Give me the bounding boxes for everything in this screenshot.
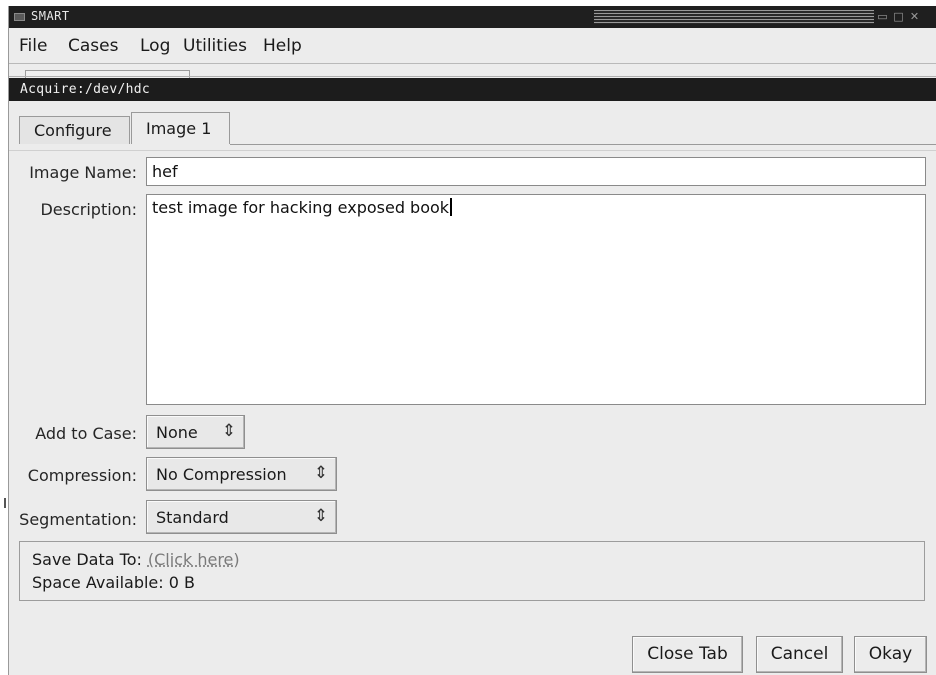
updown-arrow-icon: ⇕ <box>313 506 328 526</box>
save-location-link[interactable]: (Click here) <box>148 550 240 569</box>
image-name-input[interactable]: hef <box>146 157 926 186</box>
space-available-row: Space Available: 0 B <box>32 573 195 592</box>
cancel-button[interactable]: Cancel <box>756 636 843 673</box>
menu-help[interactable]: Help <box>263 36 302 56</box>
edge-marker <box>4 498 6 508</box>
save-data-label: Save Data To: <box>32 550 142 569</box>
image-name-label: Image Name: <box>29 163 137 182</box>
updown-arrow-icon: ⇕ <box>221 421 236 441</box>
space-available-label: Space Available: <box>32 573 164 592</box>
image-name-value: hef <box>152 162 178 181</box>
description-label: Description: <box>40 200 137 219</box>
description-textarea[interactable]: test image for hacking exposed book <box>146 194 926 405</box>
segmentation-label: Segmentation: <box>19 510 137 529</box>
tab-configure-label: Configure <box>34 121 112 140</box>
add-to-case-value: None <box>156 423 198 442</box>
menu-file[interactable]: File <box>19 36 47 56</box>
updown-arrow-icon: ⇕ <box>313 463 328 483</box>
space-available-value: 0 B <box>168 573 195 592</box>
compression-label: Compression: <box>27 466 137 485</box>
save-location-panel: Save Data To: (Click here) Space Availabl… <box>19 541 925 601</box>
add-to-case-label: Add to Case: <box>35 424 137 443</box>
menu-cases[interactable]: Cases <box>68 36 118 56</box>
segmentation-select[interactable]: Standard ⇕ <box>146 500 337 534</box>
tab-image-1[interactable]: Image 1 <box>131 112 230 144</box>
acquire-header-text: Acquire:/dev/hdc <box>20 82 151 97</box>
okay-button[interactable]: Okay <box>854 636 927 673</box>
save-data-row: Save Data To: (Click here) <box>32 550 240 569</box>
tab-strip-line <box>230 144 936 145</box>
app-menu-icon[interactable] <box>14 13 25 21</box>
window-title: SMART <box>31 9 70 23</box>
tab-content-border <box>9 150 936 151</box>
compression-select[interactable]: No Compression ⇕ <box>146 457 337 491</box>
divider <box>9 76 936 77</box>
segmentation-value: Standard <box>156 508 229 527</box>
title-bar[interactable]: SMART ▭ □ ✕ <box>9 6 936 28</box>
tab-configure[interactable]: Configure <box>19 116 130 144</box>
tab-image-1-label: Image 1 <box>146 119 212 138</box>
maximize-icon[interactable]: □ <box>893 11 904 22</box>
title-bar-grip <box>594 10 874 24</box>
description-value: test image for hacking exposed book <box>152 198 450 217</box>
text-cursor <box>450 198 453 216</box>
menu-bar: File Cases Log Utilities Help <box>9 28 936 64</box>
menu-utilities[interactable]: Utilities <box>183 36 247 56</box>
close-icon[interactable]: ✕ <box>909 11 920 22</box>
minimize-icon[interactable]: ▭ <box>877 11 888 22</box>
acquire-header: Acquire:/dev/hdc <box>9 78 936 101</box>
close-tab-button[interactable]: Close Tab <box>632 636 743 673</box>
smart-window: SMART ▭ □ ✕ File Cases Log Utilities Hel… <box>8 6 936 675</box>
menu-log[interactable]: Log <box>140 36 170 56</box>
add-to-case-select[interactable]: None ⇕ <box>146 415 245 449</box>
compression-value: No Compression <box>156 465 287 484</box>
